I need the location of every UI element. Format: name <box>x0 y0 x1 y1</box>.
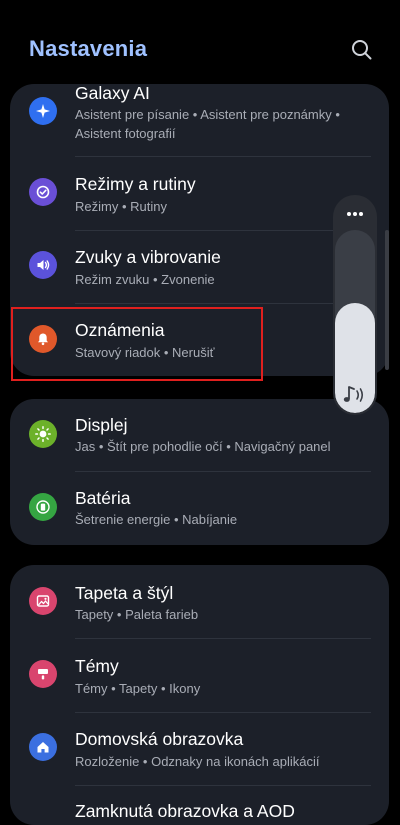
theme-brush-icon <box>29 660 57 688</box>
setting-title: Displej <box>75 415 128 435</box>
setting-lock-screen-aod[interactable]: Zamknutá obrazovka a AOD <box>10 785 389 825</box>
sparkle-icon <box>29 97 57 125</box>
highlight-box <box>11 307 263 381</box>
sun-icon <box>29 420 57 448</box>
setting-title: Batéria <box>75 488 131 508</box>
setting-subtitle: Režimy • Rutiny <box>75 199 167 214</box>
edge-panel-handle[interactable] <box>385 230 389 370</box>
more-dots-icon <box>347 212 363 216</box>
setting-subtitle: Tapety • Paleta farieb <box>75 607 199 622</box>
page-title: Nastavenia <box>29 36 148 61</box>
settings-group-3: Tapeta a štýl Tapety • Paleta farieb Tém… <box>10 565 389 825</box>
setting-wallpaper-style[interactable]: Tapeta a štýl Tapety • Paleta farieb <box>10 565 389 638</box>
setting-title: Režimy a rutiny <box>75 174 196 194</box>
setting-subtitle: Asistent pre písanie • Asistent pre pozn… <box>75 107 340 141</box>
setting-title: Zamknutá obrazovka a AOD <box>75 801 295 821</box>
setting-subtitle: Režim zvuku • Zvonenie <box>75 272 215 287</box>
speaker-icon <box>29 251 57 279</box>
wallpaper-icon <box>29 587 57 615</box>
volume-more-button[interactable] <box>333 206 377 222</box>
volume-panel <box>333 195 377 415</box>
setting-themes[interactable]: Témy Témy • Tapety • Ikony <box>10 639 389 712</box>
setting-title: Témy <box>75 656 119 676</box>
setting-subtitle: Témy • Tapety • Ikony <box>75 681 201 696</box>
setting-subtitle: Rozloženie • Odznaky na ikonách aplikáci… <box>75 754 320 769</box>
setting-home-screen[interactable]: Domovská obrazovka Rozloženie • Odznaky … <box>10 712 389 785</box>
settings-group-2: Displej Jas • Štít pre pohodlie očí • Na… <box>10 399 389 545</box>
search-button[interactable] <box>348 36 376 64</box>
setting-title: Domovská obrazovka <box>75 729 244 749</box>
setting-title: Tapeta a štýl <box>75 583 174 603</box>
search-icon <box>352 40 372 60</box>
top-bar: Nastavenia <box>0 0 400 84</box>
setting-title: Zvuky a vibrovanie <box>75 247 221 267</box>
battery-icon <box>29 493 57 521</box>
setting-title: Galaxy AI <box>75 84 150 103</box>
home-icon <box>29 733 57 761</box>
music-note-icon <box>343 386 364 402</box>
setting-subtitle: Šetrenie energie • Nabíjanie <box>75 512 238 527</box>
volume-slider[interactable] <box>333 230 377 415</box>
setting-galaxy-ai[interactable]: Galaxy AI Asistent pre písanie • Asisten… <box>10 84 389 157</box>
setting-subtitle: Jas • Štít pre pohodlie očí • Navigačný … <box>75 439 331 454</box>
setting-battery[interactable]: Batéria Šetrenie energie • Nabíjanie <box>10 472 389 545</box>
routine-check-icon <box>29 178 57 206</box>
